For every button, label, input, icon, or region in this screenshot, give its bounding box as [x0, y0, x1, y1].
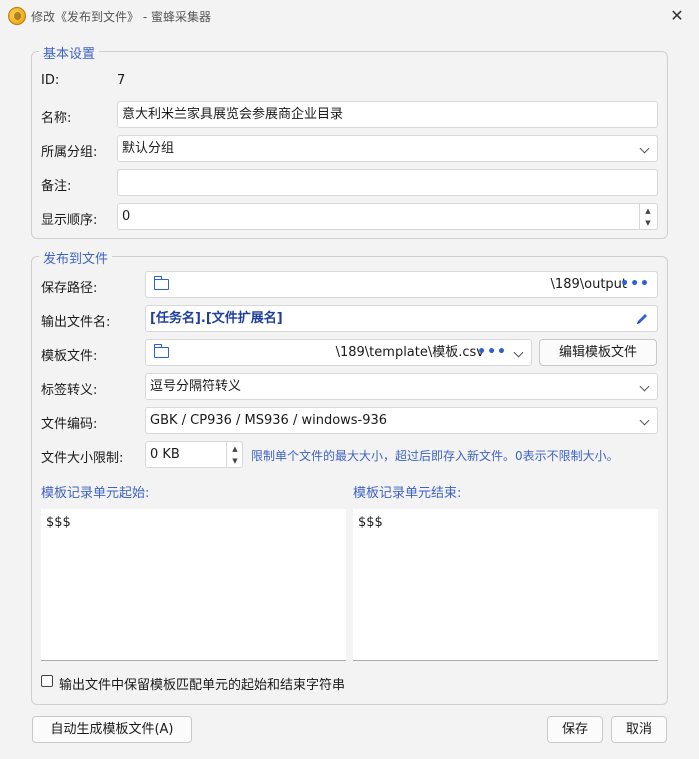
save-path-label: 保存路径:	[41, 281, 98, 296]
keep-markers-checkbox[interactable]	[41, 675, 53, 687]
output-name-label: 输出文件名:	[41, 315, 111, 330]
spin-down-icon[interactable]: ▼	[227, 455, 242, 467]
id-value: 7	[117, 73, 126, 88]
id-label: ID:	[41, 73, 60, 88]
publish-file-legend: 发布到文件	[39, 248, 113, 267]
chevron-down-icon	[639, 136, 651, 161]
template-label: 模板文件:	[41, 349, 98, 364]
bee-app-icon	[8, 7, 26, 25]
record-start-label: 模板记录单元起始:	[41, 486, 150, 501]
encoding-value: GBK / CP936 / MS936 / windows-936	[150, 413, 388, 428]
order-value: 0	[122, 209, 131, 224]
browse-more-icon[interactable]: •••	[620, 272, 650, 297]
group-select-value: 默认分组	[122, 141, 175, 156]
spin-up-icon[interactable]: ▲	[227, 443, 242, 455]
size-limit-spinbox[interactable]: 0 KB ▲ ▼	[145, 441, 243, 468]
template-value: \189\template\模板.csv	[335, 345, 484, 360]
auto-generate-template-button[interactable]: 自动生成模板文件(A)	[32, 716, 192, 743]
chevron-down-icon	[639, 408, 651, 433]
output-name-input[interactable]: [任务名].[文件扩展名]	[145, 305, 658, 332]
pencil-icon[interactable]	[635, 312, 649, 326]
group-select[interactable]: 默认分组	[117, 135, 658, 162]
encoding-select[interactable]: GBK / CP936 / MS936 / windows-936	[145, 407, 658, 434]
edit-template-button[interactable]: 编辑模板文件	[539, 339, 657, 366]
size-spin-buttons[interactable]: ▲ ▼	[226, 442, 242, 467]
order-spinbox[interactable]: 0 ▲ ▼	[117, 203, 658, 230]
size-limit-label: 文件大小限制:	[41, 451, 124, 466]
record-end-label: 模板记录单元结束:	[353, 486, 462, 501]
output-name-value: [任务名].[文件扩展名]	[150, 311, 283, 326]
template-select[interactable]: \189\template\模板.csv •••	[145, 339, 532, 366]
tag-escape-label: 标签转义:	[41, 383, 98, 398]
save-path-input[interactable]: \189\output •••	[145, 271, 658, 298]
chevron-down-icon	[639, 374, 651, 399]
name-label: 名称:	[41, 111, 72, 126]
spin-up-icon[interactable]: ▲	[640, 205, 656, 217]
order-spin-buttons[interactable]: ▲ ▼	[639, 204, 656, 229]
order-label: 显示顺序:	[41, 213, 98, 228]
tag-escape-value: 逗号分隔符转义	[150, 379, 242, 394]
group-label: 所属分组:	[41, 145, 98, 160]
name-input[interactable]: 意大利米兰家具展览会参展商企业目录	[117, 101, 658, 128]
record-start-textarea[interactable]: $$$	[41, 509, 346, 661]
encoding-label: 文件编码:	[41, 417, 98, 432]
title-bar: 修改《发布到文件》 - 蜜蜂采集器 ✕	[0, 0, 699, 32]
basic-settings-legend: 基本设置	[39, 43, 100, 62]
record-end-textarea[interactable]: $$$	[353, 509, 658, 661]
size-limit-hint: 限制单个文件的最大大小，超过后即存入新文件。0表示不限制大小。	[251, 449, 619, 463]
folder-icon	[153, 344, 169, 358]
chevron-down-icon	[513, 340, 525, 365]
save-button[interactable]: 保存	[547, 716, 603, 743]
folder-icon	[153, 276, 169, 290]
cancel-button[interactable]: 取消	[611, 716, 667, 743]
save-path-value: \189\output	[550, 277, 627, 292]
note-input[interactable]	[117, 169, 658, 196]
window-title: 修改《发布到文件》 - 蜜蜂采集器	[31, 10, 211, 24]
template-more-icon[interactable]: •••	[477, 340, 507, 365]
tag-escape-select[interactable]: 逗号分隔符转义	[145, 373, 658, 400]
keep-markers-label[interactable]: 输出文件中保留模板匹配单元的起始和结束字符串	[59, 674, 345, 693]
note-label: 备注:	[41, 179, 72, 194]
spin-down-icon[interactable]: ▼	[640, 217, 656, 229]
close-icon[interactable]: ✕	[664, 4, 690, 28]
size-limit-value: 0 KB	[150, 447, 180, 462]
